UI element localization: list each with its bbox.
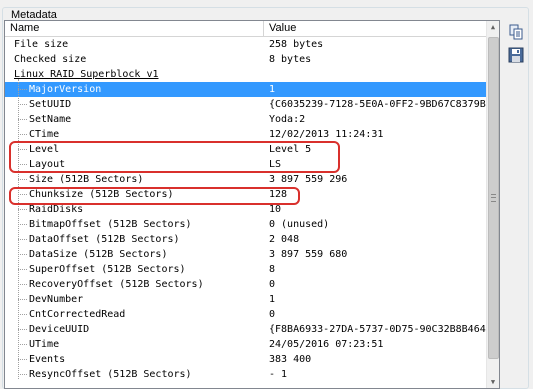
row-name: UTime	[29, 339, 60, 350]
highlight-chunksize	[9, 187, 300, 205]
list-row[interactable]: SetName Yoda:2	[5, 112, 489, 127]
row-name: DevNumber	[29, 294, 84, 305]
row-value: Yoda:2	[269, 114, 306, 125]
row-name: DeviceUUID	[29, 324, 90, 335]
tree-vertical-line	[18, 79, 19, 379]
row-value: 1	[269, 294, 276, 305]
scroll-up-arrow-icon[interactable]: ▲	[487, 21, 499, 33]
row-value: {C6035239-7128-5E0A-0FF2-9BD67C8379B8	[269, 99, 489, 110]
copy-icon	[509, 24, 523, 40]
row-name: CTime	[29, 129, 60, 140]
list-row[interactable]: RecoveryOffset (512B Sectors) 0	[5, 277, 489, 292]
list-row[interactable]: MajorVersion 1	[5, 82, 489, 97]
row-name: CntCorrectedRead	[29, 309, 126, 320]
row-value: 3 897 559 680	[269, 249, 348, 260]
list-row[interactable]: CntCorrectedRead 0	[5, 307, 489, 322]
list-header: Name Value	[5, 21, 489, 37]
row-value: 10	[269, 204, 282, 215]
row-name: DataOffset (512B Sectors)	[29, 234, 180, 245]
highlight-level-layout	[9, 141, 340, 173]
scrollbar-thumb[interactable]	[488, 37, 499, 359]
row-value: 383 400	[269, 354, 312, 365]
copy-button[interactable]	[507, 23, 525, 41]
row-name: Linux RAID Superblock v1	[14, 69, 159, 80]
row-name: RecoveryOffset (512B Sectors)	[29, 279, 204, 290]
list-row[interactable]: Linux RAID Superblock v1	[5, 67, 489, 82]
row-value	[269, 67, 489, 82]
list-row[interactable]: DataOffset (512B Sectors) 2 048	[5, 232, 489, 247]
column-header-value[interactable]: Value	[264, 21, 489, 36]
column-header-name[interactable]: Name	[5, 21, 264, 36]
row-value: - 1	[269, 369, 288, 380]
row-value: 2 048	[269, 234, 300, 245]
row-value: 0	[269, 279, 276, 290]
row-value: 128	[269, 189, 288, 200]
row-name: Size (512B Sectors)	[29, 174, 144, 185]
list-row[interactable]: SetUUID {C6035239-7128-5E0A-0FF2-9BD67C83…	[5, 97, 489, 112]
row-value: 3 897 559 296	[269, 174, 348, 185]
vertical-scrollbar[interactable]: ▲ ▼	[486, 21, 499, 388]
scroll-down-arrow-icon[interactable]: ▼	[487, 376, 499, 388]
list-row[interactable]: UTime 24/05/2016 07:23:51	[5, 337, 489, 352]
row-name: MajorVersion	[29, 84, 102, 95]
row-name: ResyncOffset (512B Sectors)	[29, 369, 192, 380]
list-rows: File size 258 bytes Checked size 8 bytes Lin…	[5, 37, 489, 382]
row-value: 8 bytes	[269, 54, 312, 65]
list-row[interactable]: Events 383 400	[5, 352, 489, 367]
row-value: 258 bytes	[269, 39, 324, 50]
list-row[interactable]: File size 258 bytes	[5, 37, 489, 52]
row-value: 8	[269, 264, 276, 275]
row-name: DataSize (512B Sectors)	[29, 249, 168, 260]
row-name: SetUUID	[29, 99, 72, 110]
row-value: 1	[269, 84, 276, 95]
row-value: 0	[269, 309, 276, 320]
row-name: SetName	[29, 114, 72, 125]
list-row[interactable]: DeviceUUID {F8BA6933-27DA-5737-0D75-90C32…	[5, 322, 489, 337]
row-value: 0 (unused)	[269, 219, 330, 230]
row-name: Checked size	[14, 54, 87, 65]
save-icon	[508, 47, 524, 63]
save-button[interactable]	[507, 46, 525, 64]
row-value: 24/05/2016 07:23:51	[269, 339, 384, 350]
list-row[interactable]: ResyncOffset (512B Sectors) - 1	[5, 367, 489, 382]
list-row[interactable]: Checked size 8 bytes	[5, 52, 489, 67]
row-value: 12/02/2013 11:24:31	[269, 129, 384, 140]
row-value: {F8BA6933-27DA-5737-0D75-90C32B8B464F	[269, 324, 489, 335]
list-row[interactable]: SuperOffset (512B Sectors) 8	[5, 262, 489, 277]
scrollbar-grip-icon	[491, 194, 496, 202]
list-row[interactable]: BitmapOffset (512B Sectors) 0 (unused)	[5, 217, 489, 232]
list-row[interactable]: DataSize (512B Sectors) 3 897 559 680	[5, 247, 489, 262]
row-name: BitmapOffset (512B Sectors)	[29, 219, 192, 230]
row-name: Events	[29, 354, 66, 365]
list-row[interactable]: CTime 12/02/2013 11:24:31	[5, 127, 489, 142]
list-row[interactable]: DevNumber 1	[5, 292, 489, 307]
row-name: SuperOffset (512B Sectors)	[29, 264, 186, 275]
list-row[interactable]: Size (512B Sectors) 3 897 559 296	[5, 172, 489, 187]
row-name: File size	[14, 39, 69, 50]
